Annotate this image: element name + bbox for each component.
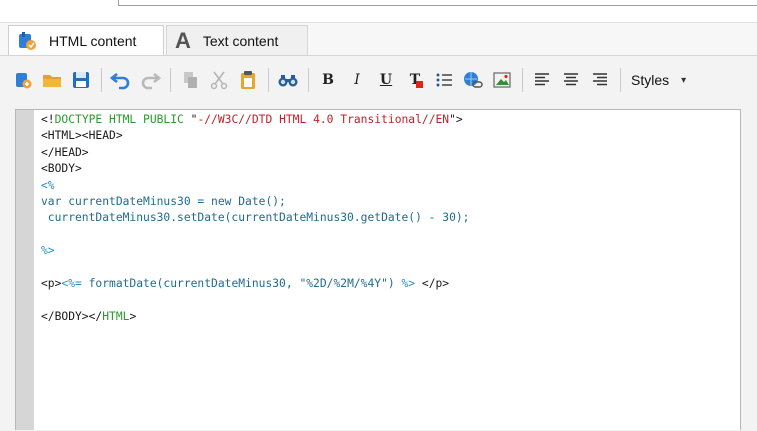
code-token: <%: [41, 178, 55, 192]
code-token: %>: [401, 277, 416, 291]
code-token: formatDate(currentDateMinus30, "%2D/%2M/…: [81, 277, 402, 291]
toolbar-separator: [268, 68, 269, 92]
code-token: >: [129, 309, 137, 323]
code-token: ": [183, 113, 198, 126]
cut-icon[interactable]: [206, 67, 232, 93]
top-input-field[interactable]: [118, 0, 757, 6]
underline-icon[interactable]: U: [373, 67, 399, 93]
redo-icon[interactable]: [137, 67, 163, 93]
code-token: <%=: [61, 277, 82, 291]
chevron-down-icon: ▾: [681, 74, 687, 86]
align-left-icon[interactable]: [529, 67, 555, 93]
editor-toolbar: B I U T Styles ▾: [0, 58, 757, 102]
bold-icon[interactable]: B: [315, 67, 341, 93]
code-token: </BODY></: [41, 309, 103, 323]
find-icon[interactable]: [275, 67, 301, 93]
insert-link-icon[interactable]: [460, 67, 486, 93]
code-token: DOCTYPE HTML PUBLIC: [54, 113, 184, 126]
code-token: </p>: [415, 277, 450, 291]
code-token: HTML: [102, 309, 130, 323]
italic-icon[interactable]: I: [344, 67, 370, 93]
text-color-swatch: [416, 81, 423, 88]
content-tabs: HTML content A Text content: [0, 22, 757, 56]
save-icon[interactable]: [68, 67, 94, 93]
code-token: <p>: [41, 277, 62, 291]
code-token: currentDateMinus30.setDate(currentDateMi…: [41, 211, 470, 225]
undo-icon[interactable]: [108, 67, 134, 93]
html-content-icon: [15, 29, 39, 53]
code-token: <HTML><HEAD>: [41, 129, 123, 143]
toolbar-separator: [308, 68, 309, 92]
styles-label: Styles: [631, 72, 670, 88]
align-center-icon[interactable]: [558, 67, 584, 93]
align-right-icon[interactable]: [587, 67, 613, 93]
list-icon[interactable]: [431, 67, 457, 93]
tab-html-label: HTML content: [49, 32, 137, 49]
text-color-icon[interactable]: T: [402, 67, 428, 93]
code-token: ">: [449, 113, 463, 126]
editor-gutter: [16, 110, 34, 430]
tab-html-content[interactable]: HTML content: [8, 25, 164, 55]
insert-image-icon[interactable]: [489, 67, 515, 93]
code-token: <BODY>: [41, 162, 82, 176]
code-token: %>: [41, 244, 55, 258]
styles-dropdown[interactable]: Styles ▾: [631, 72, 686, 88]
code-token: var currentDateMinus30 = new Date();: [41, 195, 286, 209]
tab-text-label: Text content: [202, 32, 279, 49]
code-content[interactable]: <!DOCTYPE HTML PUBLIC "-//W3C//DTD HTML …: [41, 112, 469, 325]
text-content-icon: A: [175, 27, 191, 53]
open-folder-icon[interactable]: [39, 67, 65, 93]
toolbar-separator: [620, 68, 621, 92]
html-source-editor[interactable]: <!DOCTYPE HTML PUBLIC "-//W3C//DTD HTML …: [15, 109, 741, 430]
toolbar-separator: [522, 68, 523, 92]
code-token: <!: [41, 113, 55, 126]
toolbar-separator: [170, 68, 171, 92]
paste-icon[interactable]: [235, 67, 261, 93]
toolbar-separator: [101, 68, 102, 92]
code-token: </HEAD>: [41, 145, 89, 159]
top-bar: [0, 0, 757, 22]
tab-text-content[interactable]: A Text content: [166, 25, 308, 55]
copy-icon[interactable]: [177, 67, 203, 93]
code-token: -//W3C//DTD HTML 4.0 Transitional//EN: [197, 113, 450, 126]
new-document-icon[interactable]: [10, 67, 36, 93]
